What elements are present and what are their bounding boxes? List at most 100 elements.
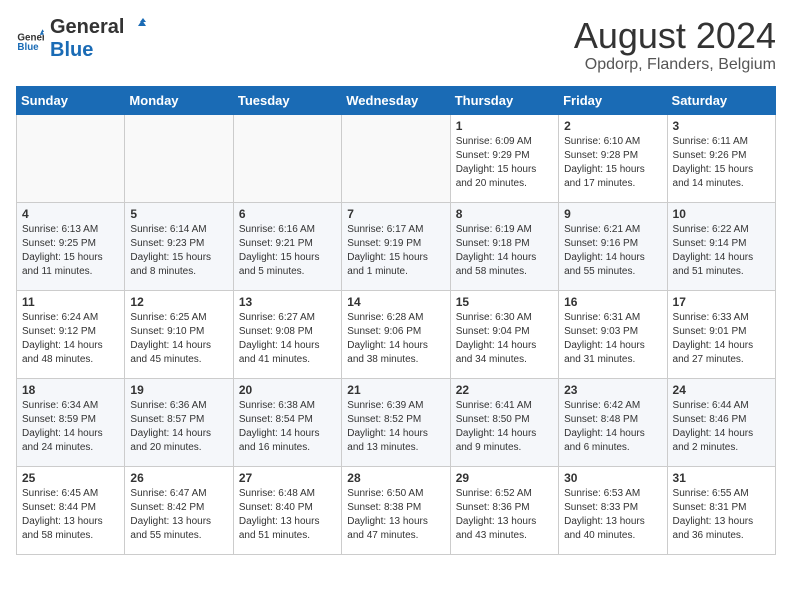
- cell-content: Sunrise: 6:09 AM Sunset: 9:29 PM Dayligh…: [456, 135, 553, 191]
- day-number: 12: [130, 295, 227, 309]
- logo-icon: General Blue: [16, 25, 44, 53]
- day-number: 25: [22, 471, 119, 485]
- header-day-tuesday: Tuesday: [233, 86, 341, 114]
- calendar-cell: [233, 114, 341, 202]
- calendar-cell: 11Sunrise: 6:24 AM Sunset: 9:12 PM Dayli…: [17, 290, 125, 378]
- cell-content: Sunrise: 6:27 AM Sunset: 9:08 PM Dayligh…: [239, 311, 336, 367]
- calendar-cell: 15Sunrise: 6:30 AM Sunset: 9:04 PM Dayli…: [450, 290, 558, 378]
- day-number: 20: [239, 383, 336, 397]
- day-number: 27: [239, 471, 336, 485]
- calendar-cell: 12 Sunrise: 6:25 AM Sunset: 9:10 PM Dayli…: [125, 290, 233, 378]
- day-number: 24: [673, 383, 770, 397]
- day-number: 7: [347, 207, 444, 221]
- day-number: 14: [347, 295, 444, 309]
- cell-content: Sunrise: 6:39 AM Sunset: 8:52 PM Dayligh…: [347, 399, 444, 455]
- day-number: 15: [456, 295, 553, 309]
- calendar-cell: 6 Sunrise: 6:16 AM Sunset: 9:21 PM Daylig…: [233, 202, 341, 290]
- cell-content: Sunrise: 6:38 AM Sunset: 8:54 PM Dayligh…: [239, 399, 336, 455]
- logo-blue: Blue: [50, 39, 93, 61]
- cell-content: Sunrise: 6:45 AM Sunset: 8:44 PM Dayligh…: [22, 487, 119, 543]
- calendar-cell: 5 Sunrise: 6:14 AM Sunset: 9:23 PM Daylig…: [125, 202, 233, 290]
- calendar-cell: 13 Sunrise: 6:27 AM Sunset: 9:08 PM Dayli…: [233, 290, 341, 378]
- day-number: 9: [564, 207, 661, 221]
- calendar-cell: [17, 114, 125, 202]
- week-row-4: 18 Sunrise: 6:34 AM Sunset: 8:59 PM Dayli…: [17, 378, 776, 466]
- page-header: General Blue General Blue August 2024 Op…: [16, 16, 776, 74]
- calendar-cell: 18 Sunrise: 6:34 AM Sunset: 8:59 PM Dayli…: [17, 378, 125, 466]
- day-number: 18: [22, 383, 119, 397]
- calendar-cell: 3 Sunrise: 6:11 AM Sunset: 9:26 PM Daylig…: [667, 114, 775, 202]
- day-number: 30: [564, 471, 661, 485]
- calendar-cell: 24 Sunrise: 6:44 AM Sunset: 8:46 PM Dayli…: [667, 378, 775, 466]
- day-number: 3: [673, 119, 770, 133]
- cell-content: Sunrise: 6:44 AM Sunset: 8:46 PM Dayligh…: [673, 399, 770, 455]
- cell-content: Sunrise: 6:50 AM Sunset: 8:38 PM Dayligh…: [347, 487, 444, 543]
- svg-text:Blue: Blue: [17, 42, 39, 53]
- day-number: 8: [456, 207, 553, 221]
- week-row-1: 1Sunrise: 6:09 AM Sunset: 9:29 PM Daylig…: [17, 114, 776, 202]
- cell-content: Sunrise: 6:34 AM Sunset: 8:59 PM Dayligh…: [22, 399, 119, 455]
- day-number: 17: [673, 295, 770, 309]
- calendar-cell: 9 Sunrise: 6:21 AM Sunset: 9:16 PM Daylig…: [559, 202, 667, 290]
- header-day-monday: Monday: [125, 86, 233, 114]
- day-number: 19: [130, 383, 227, 397]
- calendar-cell: 14 Sunrise: 6:28 AM Sunset: 9:06 PM Dayli…: [342, 290, 450, 378]
- day-number: 22: [456, 383, 553, 397]
- day-number: 2: [564, 119, 661, 133]
- week-row-5: 25 Sunrise: 6:45 AM Sunset: 8:44 PM Dayli…: [17, 466, 776, 554]
- logo-bird-icon: [126, 18, 146, 38]
- calendar-cell: 26 Sunrise: 6:47 AM Sunset: 8:42 PM Dayli…: [125, 466, 233, 554]
- cell-content: Sunrise: 6:28 AM Sunset: 9:06 PM Dayligh…: [347, 311, 444, 367]
- cell-content: Sunrise: 6:16 AM Sunset: 9:21 PM Dayligh…: [239, 223, 336, 279]
- calendar-cell: 22Sunrise: 6:41 AM Sunset: 8:50 PM Dayli…: [450, 378, 558, 466]
- logo: General Blue General Blue: [16, 16, 146, 62]
- calendar-cell: 27 Sunrise: 6:48 AM Sunset: 8:40 PM Dayli…: [233, 466, 341, 554]
- calendar-cell: 4 Sunrise: 6:13 AM Sunset: 9:25 PM Daylig…: [17, 202, 125, 290]
- calendar-table: SundayMondayTuesdayWednesdayThursdayFrid…: [16, 86, 776, 555]
- calendar-cell: 29 Sunrise: 6:52 AM Sunset: 8:36 PM Dayli…: [450, 466, 558, 554]
- day-number: 13: [239, 295, 336, 309]
- day-number: 6: [239, 207, 336, 221]
- calendar-cell: 21 Sunrise: 6:39 AM Sunset: 8:52 PM Dayli…: [342, 378, 450, 466]
- header-day-friday: Friday: [559, 86, 667, 114]
- calendar-cell: 23Sunrise: 6:42 AM Sunset: 8:48 PM Dayli…: [559, 378, 667, 466]
- day-number: 26: [130, 471, 227, 485]
- calendar-cell: 10Sunrise: 6:22 AM Sunset: 9:14 PM Dayli…: [667, 202, 775, 290]
- day-number: 31: [673, 471, 770, 485]
- location-subtitle: Opdorp, Flanders, Belgium: [574, 56, 776, 74]
- cell-content: Sunrise: 6:24 AM Sunset: 9:12 PM Dayligh…: [22, 311, 119, 367]
- calendar-cell: [125, 114, 233, 202]
- cell-content: Sunrise: 6:33 AM Sunset: 9:01 PM Dayligh…: [673, 311, 770, 367]
- cell-content: Sunrise: 6:17 AM Sunset: 9:19 PM Dayligh…: [347, 223, 444, 279]
- cell-content: Sunrise: 6:47 AM Sunset: 8:42 PM Dayligh…: [130, 487, 227, 543]
- day-number: 10: [673, 207, 770, 221]
- title-block: August 2024 Opdorp, Flanders, Belgium: [574, 16, 776, 74]
- day-number: 4: [22, 207, 119, 221]
- calendar-cell: 17 Sunrise: 6:33 AM Sunset: 9:01 PM Dayli…: [667, 290, 775, 378]
- header-day-sunday: Sunday: [17, 86, 125, 114]
- calendar-cell: [342, 114, 450, 202]
- cell-content: Sunrise: 6:52 AM Sunset: 8:36 PM Dayligh…: [456, 487, 553, 543]
- logo-general: General: [50, 16, 124, 39]
- cell-content: Sunrise: 6:13 AM Sunset: 9:25 PM Dayligh…: [22, 223, 119, 279]
- day-number: 29: [456, 471, 553, 485]
- cell-content: Sunrise: 6:14 AM Sunset: 9:23 PM Dayligh…: [130, 223, 227, 279]
- day-number: 21: [347, 383, 444, 397]
- calendar-cell: 2Sunrise: 6:10 AM Sunset: 9:28 PM Daylig…: [559, 114, 667, 202]
- cell-content: Sunrise: 6:21 AM Sunset: 9:16 PM Dayligh…: [564, 223, 661, 279]
- cell-content: Sunrise: 6:55 AM Sunset: 8:31 PM Dayligh…: [673, 487, 770, 543]
- month-year-title: August 2024: [574, 16, 776, 56]
- calendar-cell: 28Sunrise: 6:50 AM Sunset: 8:38 PM Dayli…: [342, 466, 450, 554]
- cell-content: Sunrise: 6:11 AM Sunset: 9:26 PM Dayligh…: [673, 135, 770, 191]
- cell-content: Sunrise: 6:48 AM Sunset: 8:40 PM Dayligh…: [239, 487, 336, 543]
- cell-content: Sunrise: 6:31 AM Sunset: 9:03 PM Dayligh…: [564, 311, 661, 367]
- header-day-wednesday: Wednesday: [342, 86, 450, 114]
- day-number: 5: [130, 207, 227, 221]
- calendar-header-row: SundayMondayTuesdayWednesdayThursdayFrid…: [17, 86, 776, 114]
- cell-content: Sunrise: 6:25 AM Sunset: 9:10 PM Dayligh…: [130, 311, 227, 367]
- cell-content: Sunrise: 6:42 AM Sunset: 8:48 PM Dayligh…: [564, 399, 661, 455]
- header-day-thursday: Thursday: [450, 86, 558, 114]
- calendar-cell: 19Sunrise: 6:36 AM Sunset: 8:57 PM Dayli…: [125, 378, 233, 466]
- calendar-cell: 16Sunrise: 6:31 AM Sunset: 9:03 PM Dayli…: [559, 290, 667, 378]
- week-row-3: 11Sunrise: 6:24 AM Sunset: 9:12 PM Dayli…: [17, 290, 776, 378]
